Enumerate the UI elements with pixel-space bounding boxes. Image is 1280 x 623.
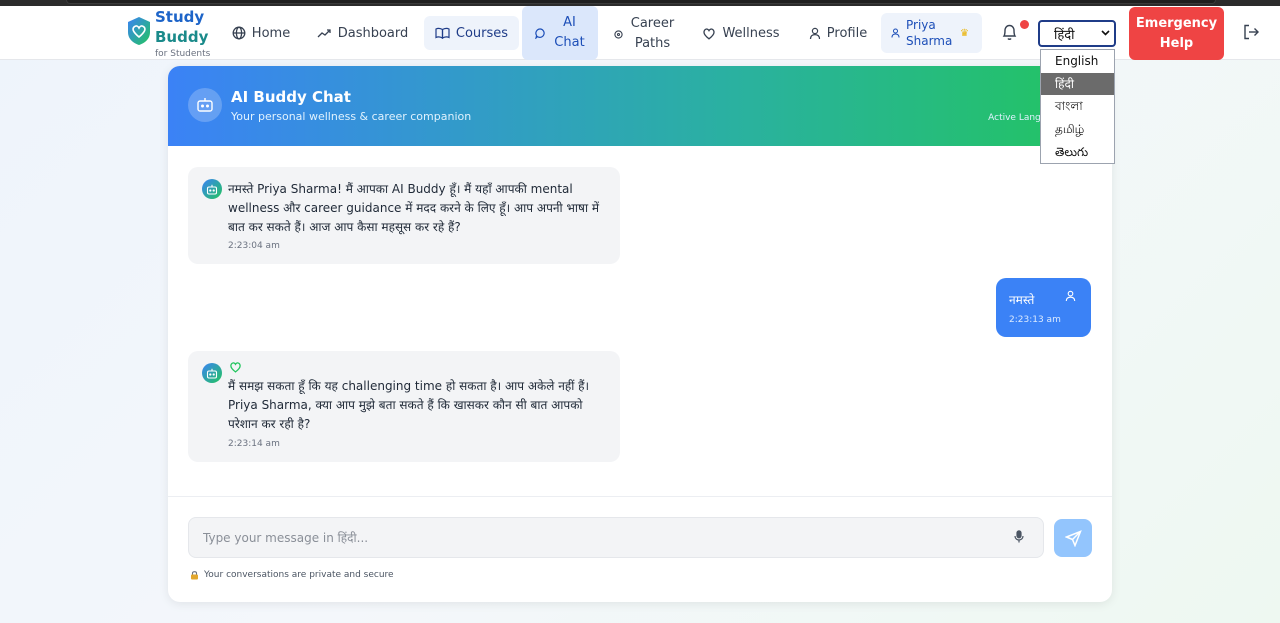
nav-home[interactable]: Home <box>226 19 296 47</box>
user-chip[interactable]: Priya Sharma ♛ <box>881 13 982 53</box>
message-text: मैं समझ सकता हूँ कि यह challenging time … <box>228 379 590 431</box>
language-dropdown-list: English हिंदी বাংলা தமிழ் తెలుగు <box>1040 49 1115 164</box>
heart-icon <box>703 27 716 40</box>
nav-wellness[interactable]: Wellness <box>698 19 784 47</box>
bot-icon <box>206 184 218 195</box>
nav-career-label-2: Paths <box>634 36 671 51</box>
send-icon <box>1064 529 1082 547</box>
send-button[interactable] <box>1054 519 1092 557</box>
user-icon <box>891 28 900 38</box>
bot-avatar <box>202 179 222 199</box>
emergency-label-1: Emergency <box>1135 15 1218 31</box>
bot-message: मैं समझ सकता हूँ कि यह challenging time … <box>188 351 620 462</box>
bot-icon <box>206 368 218 379</box>
message-time: 2:23:14 am <box>228 439 280 449</box>
user-first-name: Priya <box>906 18 936 32</box>
nav-courses[interactable]: Courses <box>424 16 519 50</box>
nav-career-label-1: Career <box>630 16 675 31</box>
brand-tagline: for Students <box>155 49 211 59</box>
user-message: नमस्ते 2:23:13 am <box>996 278 1091 337</box>
user-icon <box>1065 290 1076 302</box>
privacy-note-text: Your conversations are private and secur… <box>204 570 394 580</box>
nav-ai-chat-label-1: AI <box>563 15 576 30</box>
chat-title: AI Buddy Chat <box>231 88 351 106</box>
nav-home-label: Home <box>251 25 291 41</box>
message-input[interactable] <box>188 517 1044 558</box>
brand-name[interactable]: Study Buddy for Students <box>155 7 210 60</box>
nav-profile-label: Profile <box>826 25 868 41</box>
language-option-telugu[interactable]: తెలుగు <box>1041 141 1114 163</box>
heart-icon <box>230 362 241 373</box>
language-option-english[interactable]: English <box>1041 50 1114 73</box>
book-open-icon <box>435 27 450 39</box>
language-option-bengali[interactable]: বাংলা <box>1041 95 1114 118</box>
trending-up-icon <box>317 29 331 38</box>
privacy-note: Your conversations are private and secur… <box>190 570 394 580</box>
lock-icon <box>191 571 198 580</box>
emergency-label-2: Help <box>1159 35 1194 51</box>
input-divider <box>168 496 1112 497</box>
logout-icon[interactable] <box>1243 24 1260 40</box>
nav-courses-label: Courses <box>455 25 509 41</box>
bot-badge <box>188 88 222 122</box>
globe-icon <box>232 26 246 40</box>
nav-dashboard-label: Dashboard <box>337 25 409 41</box>
language-select-value: हिंदी <box>1054 27 1075 43</box>
message-time: 2:23:04 am <box>228 241 280 251</box>
chat-subtitle: Your personal wellness & career companio… <box>231 110 472 123</box>
heart-logo-icon <box>128 17 150 45</box>
message-text: नमस्ते Priya Sharma! मैं आपका AI Buddy ह… <box>228 182 600 234</box>
nav-career-paths[interactable]: Career Paths <box>608 13 680 55</box>
nav-dashboard[interactable]: Dashboard <box>313 19 412 47</box>
nav-profile[interactable]: Profile <box>801 19 875 47</box>
bell-icon[interactable] <box>1001 23 1018 41</box>
notification-dot <box>1020 20 1029 29</box>
brand-line1: Study <box>155 8 205 26</box>
language-option-tamil[interactable]: தமிழ் <box>1041 118 1114 141</box>
chevron-down-icon <box>1101 30 1110 36</box>
chat-bubble-icon <box>535 27 545 39</box>
nav-wellness-label: Wellness <box>722 25 780 41</box>
nav-ai-chat[interactable]: AI Chat <box>522 6 598 60</box>
bot-icon <box>197 98 213 112</box>
message-text: नमस्ते <box>1009 293 1035 307</box>
chat-card: AI Buddy Chat Your personal wellness & c… <box>168 66 1112 602</box>
user-icon <box>809 27 820 39</box>
microphone-icon[interactable] <box>1014 530 1024 543</box>
message-time: 2:23:13 am <box>1009 315 1061 325</box>
emergency-help-button[interactable]: Emergency Help <box>1129 7 1224 60</box>
nav-ai-chat-label-2: Chat <box>554 35 585 50</box>
compass-icon <box>614 29 623 39</box>
language-select[interactable]: हिंदी <box>1038 20 1116 47</box>
bot-avatar <box>202 363 222 383</box>
bot-message: नमस्ते Priya Sharma! मैं आपका AI Buddy ह… <box>188 167 620 264</box>
crown-icon: ♛ <box>960 27 969 39</box>
language-option-hindi[interactable]: हिंदी <box>1041 72 1114 96</box>
user-last-name: Sharma <box>906 34 953 48</box>
chat-header: AI Buddy Chat Your personal wellness & c… <box>168 66 1112 146</box>
brand-line2: Buddy <box>155 28 209 46</box>
